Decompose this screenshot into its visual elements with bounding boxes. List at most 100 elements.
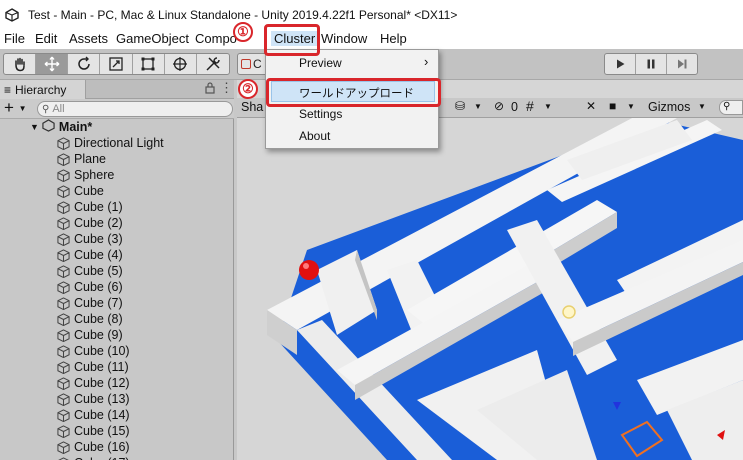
chevron-down-icon[interactable]: ▼ bbox=[544, 102, 552, 111]
menu-bar: File Edit Assets GameObject Compo Cluste… bbox=[0, 29, 743, 49]
scene-search-input[interactable]: ⚲ bbox=[719, 100, 743, 115]
cube-icon bbox=[57, 456, 70, 460]
shading-mode-dropdown[interactable]: Sha bbox=[241, 100, 263, 114]
hierarchy-item-label: Cube (4) bbox=[74, 248, 123, 262]
hierarchy-item-label: Sphere bbox=[74, 168, 115, 182]
hierarchy-item[interactable]: Cube (6) bbox=[0, 279, 234, 295]
menu-assets[interactable]: Assets bbox=[69, 31, 108, 46]
cube-icon bbox=[57, 424, 70, 438]
hidden-visibility-icon[interactable]: ⊘ bbox=[494, 99, 504, 113]
rotate-tool-icon[interactable] bbox=[68, 54, 101, 74]
menu-edit[interactable]: Edit bbox=[35, 31, 57, 46]
hierarchy-item-label: Cube (17) bbox=[74, 456, 130, 460]
menu-file[interactable]: File bbox=[4, 31, 25, 46]
hierarchy-item[interactable]: Cube (16) bbox=[0, 439, 234, 455]
hierarchy-item[interactable]: Directional Light bbox=[0, 135, 234, 151]
menu-gameobject[interactable]: GameObject bbox=[116, 31, 189, 46]
step2-label: ② bbox=[242, 81, 254, 96]
hierarchy-item-label: Cube (7) bbox=[74, 296, 123, 310]
menu-help[interactable]: Help bbox=[380, 31, 407, 46]
title-bar: Test - Main - PC, Mac & Linux Standalone… bbox=[0, 0, 743, 29]
gizmos-dropdown[interactable]: Gizmos bbox=[648, 100, 690, 114]
more-options-icon[interactable]: ⋮ bbox=[220, 80, 233, 96]
menu-item-about[interactable]: About bbox=[299, 129, 330, 143]
unity-scene-icon bbox=[42, 119, 55, 135]
hierarchy-item[interactable]: Cube (14) bbox=[0, 407, 234, 423]
menu-window[interactable]: Window bbox=[321, 31, 367, 46]
hierarchy-item[interactable]: Cube (9) bbox=[0, 327, 234, 343]
hierarchy-item-label: Plane bbox=[74, 152, 106, 166]
chevron-down-icon[interactable]: ▼ bbox=[627, 102, 635, 111]
pause-icon[interactable] bbox=[636, 54, 667, 74]
custom-tools-icon[interactable] bbox=[197, 54, 229, 74]
hierarchy-item-label: Cube (9) bbox=[74, 328, 123, 342]
tools-icon[interactable]: ✕ bbox=[586, 99, 596, 113]
hierarchy-item[interactable]: Cube (12) bbox=[0, 375, 234, 391]
hierarchy-search-input[interactable]: ⚲ All bbox=[37, 101, 233, 117]
hierarchy-item[interactable]: Cube (8) bbox=[0, 311, 234, 327]
chevron-down-icon[interactable]: ▼ bbox=[698, 102, 706, 111]
layers-icon[interactable]: ⛁ bbox=[455, 99, 465, 113]
cube-icon bbox=[57, 152, 70, 166]
hierarchy-item[interactable]: Cube (2) bbox=[0, 215, 234, 231]
menu-item-settings[interactable]: Settings bbox=[299, 107, 342, 121]
add-button[interactable]: + ▼ bbox=[4, 98, 27, 118]
annotation-badge-2: ② bbox=[238, 79, 258, 99]
hierarchy-item-label: Cube (1) bbox=[74, 200, 123, 214]
hierarchy-item-label: Cube (6) bbox=[74, 280, 123, 294]
cube-icon bbox=[57, 360, 70, 374]
menu-item-preview[interactable]: Preview bbox=[299, 56, 342, 70]
cube-icon bbox=[57, 248, 70, 262]
step1-label: ① bbox=[237, 24, 249, 39]
hierarchy-item-label: Cube (5) bbox=[74, 264, 123, 278]
cube-icon bbox=[57, 312, 70, 326]
hierarchy-scene-row[interactable]: ▼ Main* bbox=[0, 119, 234, 135]
play-icon[interactable] bbox=[605, 54, 636, 74]
move-tool-icon[interactable] bbox=[36, 54, 69, 74]
rect-tool-icon[interactable] bbox=[133, 54, 165, 74]
cube-icon bbox=[57, 296, 70, 310]
play-controls bbox=[604, 53, 698, 75]
search-icon: ⚲ bbox=[42, 103, 50, 115]
hierarchy-item[interactable]: Cube (17) bbox=[0, 455, 234, 460]
light-gizmo-icon bbox=[562, 305, 576, 319]
cube-icon bbox=[57, 408, 70, 422]
cube-icon bbox=[57, 440, 70, 454]
hierarchy-tab-label: Hierarchy bbox=[15, 82, 67, 97]
menu-component[interactable]: Compo bbox=[195, 31, 237, 46]
unity-logo-icon bbox=[5, 7, 19, 22]
hierarchy-item[interactable]: Cube bbox=[0, 183, 234, 199]
cube-icon bbox=[57, 184, 70, 198]
hierarchy-item[interactable]: Plane bbox=[0, 151, 234, 167]
lock-icon[interactable] bbox=[205, 82, 215, 97]
hierarchy-item[interactable]: Cube (5) bbox=[0, 263, 234, 279]
hierarchy-item[interactable]: Cube (10) bbox=[0, 343, 234, 359]
hierarchy-item[interactable]: Cube (4) bbox=[0, 247, 234, 263]
camera-icon[interactable]: ■ bbox=[609, 99, 616, 113]
grid-icon[interactable]: # bbox=[526, 98, 534, 114]
hierarchy-item[interactable]: Cube (11) bbox=[0, 359, 234, 375]
step-icon[interactable] bbox=[667, 54, 697, 74]
hierarchy-item[interactable]: Cube (13) bbox=[0, 391, 234, 407]
window-title: Test - Main - PC, Mac & Linux Standalone… bbox=[28, 7, 458, 22]
hierarchy-item[interactable]: Sphere bbox=[0, 167, 234, 183]
hierarchy-item[interactable]: Cube (1) bbox=[0, 199, 234, 215]
hierarchy-item[interactable]: Cube (7) bbox=[0, 295, 234, 311]
chevron-down-icon[interactable]: ▼ bbox=[474, 102, 482, 111]
hierarchy-item-label: Cube (8) bbox=[74, 312, 123, 326]
hierarchy-item-label: Cube (2) bbox=[74, 216, 123, 230]
hierarchy-item[interactable]: Cube (15) bbox=[0, 423, 234, 439]
cube-icon bbox=[57, 264, 70, 278]
cube-icon bbox=[57, 200, 70, 214]
expand-arrow-icon[interactable]: ▼ bbox=[30, 122, 39, 132]
hierarchy-item[interactable]: Cube (3) bbox=[0, 231, 234, 247]
transform-tools bbox=[3, 53, 230, 75]
scale-tool-icon[interactable] bbox=[100, 54, 133, 74]
transform-tool-icon[interactable] bbox=[165, 54, 197, 74]
sphere-ball bbox=[299, 260, 319, 280]
hierarchy-item-label: Directional Light bbox=[74, 136, 164, 150]
hand-tool-icon[interactable] bbox=[4, 54, 37, 74]
cube-icon bbox=[57, 232, 70, 246]
cube-icon bbox=[57, 216, 70, 230]
tab-hierarchy[interactable]: ≡ Hierarchy bbox=[0, 80, 86, 99]
